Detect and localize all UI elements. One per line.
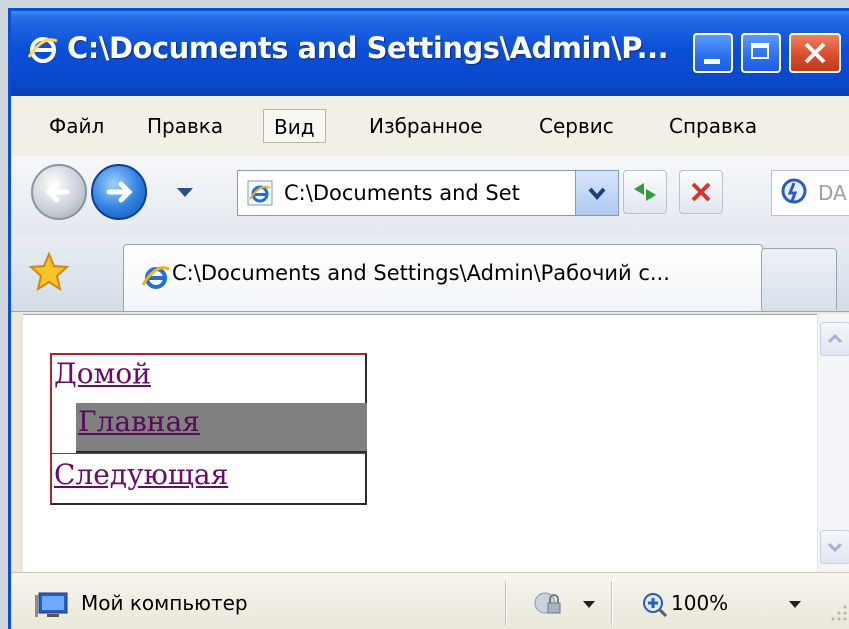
resize-grip-icon[interactable] [829, 603, 849, 623]
arrow-left-icon [45, 181, 70, 203]
menu-view[interactable]: Вид [263, 109, 326, 143]
computer-icon [35, 592, 68, 617]
maximize-button[interactable] [741, 33, 781, 73]
menu-favorites[interactable]: Избранное [359, 109, 493, 143]
menu-bar: Файл Правка Вид Избранное Сервис Справка [11, 96, 849, 157]
ie-page-icon [247, 180, 273, 206]
tab-bar: C:\Documents and Settings\Admin\Рабочий … [11, 236, 849, 312]
menu-file[interactable]: Файл [39, 109, 114, 143]
favorites-star-icon[interactable] [27, 250, 71, 294]
search-placeholder: DA [818, 181, 847, 205]
zoom-icon[interactable] [641, 591, 669, 619]
tab-current-page[interactable]: C:\Documents and Settings\Admin\Рабочий … [123, 244, 763, 311]
status-zone-text: Мой компьютер [81, 591, 248, 615]
back-button[interactable] [31, 164, 87, 220]
minimize-icon [704, 59, 720, 64]
search-input[interactable]: DA [771, 170, 849, 216]
search-provider-icon [781, 178, 807, 204]
menu-tools[interactable]: Сервис [529, 109, 624, 143]
close-button[interactable] [789, 33, 841, 73]
chevron-down-icon [827, 542, 843, 553]
vertical-scrollbar[interactable] [817, 314, 849, 572]
maximize-icon [751, 43, 769, 59]
security-zone-icon[interactable] [533, 589, 565, 619]
chevron-down-icon [588, 187, 606, 201]
link-home[interactable]: Домой [54, 357, 151, 390]
browser-window: C:\Documents and Settings\Admin\P... Фай… [8, 8, 849, 629]
zoom-dropdown-icon[interactable] [789, 601, 801, 608]
minimize-button[interactable] [693, 33, 733, 73]
close-icon [804, 42, 826, 64]
scroll-up-button[interactable] [820, 322, 849, 356]
link-next[interactable]: Следующая [54, 458, 228, 491]
refresh-icon [634, 183, 656, 201]
zoom-level[interactable]: 100% [671, 573, 728, 629]
refresh-button[interactable] [623, 170, 667, 214]
status-bar: Мой компьютер 100% [11, 572, 849, 629]
address-input[interactable]: C:\Documents and Set [284, 171, 574, 215]
row-divider [52, 453, 367, 454]
nav-links-table: Домой Главная Следующая [50, 353, 367, 505]
address-dropdown-button[interactable] [575, 171, 618, 215]
title-bar[interactable]: C:\Documents and Settings\Admin\P... [11, 11, 849, 96]
navigation-bar: C:\Documents and Set DA [11, 156, 849, 236]
window-title: C:\Documents and Settings\Admin\P... [67, 31, 669, 65]
status-separator [611, 581, 613, 625]
zone-dropdown-icon[interactable] [583, 601, 595, 608]
tab-title: C:\Documents and Settings\Admin\Рабочий … [172, 261, 670, 285]
link-main[interactable]: Главная [78, 405, 200, 438]
stop-button[interactable] [679, 170, 723, 214]
stop-icon [691, 182, 711, 202]
address-bar[interactable]: C:\Documents and Set [237, 170, 619, 216]
status-separator [505, 581, 507, 625]
new-tab-button[interactable] [761, 248, 837, 310]
arrow-right-icon [106, 181, 133, 203]
ie-icon [27, 37, 58, 63]
history-dropdown-icon[interactable] [177, 188, 193, 197]
forward-button[interactable] [91, 164, 147, 220]
menu-edit[interactable]: Правка [137, 109, 233, 143]
chevron-up-icon [827, 333, 843, 344]
menu-help[interactable]: Справка [659, 109, 767, 143]
page-content: Домой Главная Следующая [23, 314, 817, 573]
ie-icon [141, 266, 170, 289]
scroll-down-button[interactable] [820, 530, 849, 564]
